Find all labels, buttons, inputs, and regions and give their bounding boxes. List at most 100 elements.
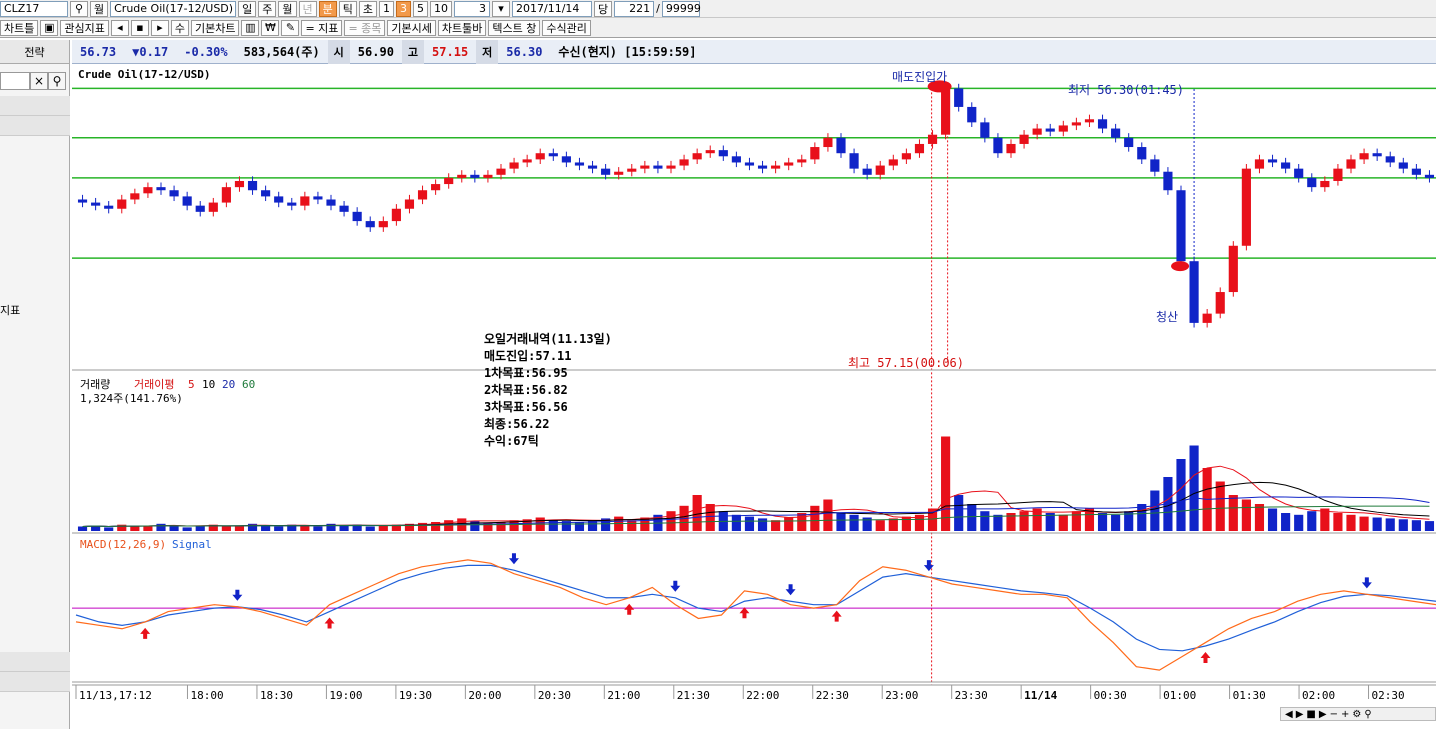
candle-body bbox=[300, 196, 310, 206]
chart-svg[interactable]: 11/13,17:12 18:00 18:30 19:00 19:30 20:00 20:3… bbox=[72, 65, 1436, 729]
period-second-button[interactable]: 초 bbox=[358, 0, 377, 17]
volume-ma-5: 5 bbox=[188, 378, 195, 391]
candle-body bbox=[234, 180, 245, 188]
play-icon[interactable]: ▶ bbox=[1296, 709, 1304, 720]
max-count-input[interactable]: 99999 bbox=[661, 0, 701, 17]
basic-quote-button[interactable]: 기본시세 bbox=[387, 19, 436, 36]
scroll-right-icon[interactable]: ▸ bbox=[150, 19, 169, 36]
interval-select[interactable]: 3 bbox=[454, 0, 490, 17]
volume-bar bbox=[1307, 511, 1317, 531]
candle-body bbox=[1189, 261, 1199, 323]
zoom-out-icon[interactable]: − bbox=[1330, 709, 1338, 720]
wrench-icon[interactable]: ✎ bbox=[281, 19, 300, 36]
period-tick-button[interactable]: 틱 bbox=[338, 0, 357, 17]
entry-label: 매도진입가 bbox=[892, 70, 947, 84]
zoom-in-icon[interactable]: + bbox=[1341, 709, 1349, 720]
exit-label: 청산 bbox=[1156, 310, 1178, 324]
period-day-button[interactable]: 일 bbox=[238, 0, 257, 17]
axis-tick-label: 23:30 bbox=[955, 689, 988, 702]
candle-body bbox=[1097, 119, 1108, 129]
formula-manage-button[interactable]: 수식관리 bbox=[542, 19, 591, 36]
candle-body bbox=[221, 187, 231, 203]
chart-toolbar-button[interactable]: 차트툴바 bbox=[437, 19, 487, 36]
tab-strategy[interactable]: 전략 bbox=[0, 40, 69, 64]
candle-body bbox=[182, 196, 192, 206]
volume-bar bbox=[757, 518, 768, 531]
axis-tick-label: 22:30 bbox=[816, 689, 849, 702]
left-row[interactable] bbox=[0, 96, 70, 116]
candle-body bbox=[862, 168, 872, 175]
volume-bar bbox=[1359, 516, 1369, 531]
volume-total: 583,564(주) bbox=[243, 45, 320, 59]
stop-icon[interactable]: ■ bbox=[1306, 709, 1315, 720]
save-icon[interactable]: ▣ bbox=[40, 19, 59, 36]
interval-10-button[interactable]: 10 bbox=[430, 0, 452, 17]
stop-icon[interactable]: ▪ bbox=[130, 19, 149, 36]
text-window-button[interactable]: 텍스트 창 bbox=[488, 19, 541, 36]
candle-body bbox=[1307, 177, 1317, 188]
chart-style-icon[interactable]: ▥ bbox=[241, 19, 260, 36]
low-price: 56.30 bbox=[506, 44, 543, 59]
candle-body bbox=[901, 153, 911, 160]
candle-body bbox=[679, 159, 689, 166]
chart-tools-button[interactable]: 차트틀 bbox=[0, 19, 39, 36]
left-row[interactable] bbox=[0, 116, 70, 136]
product-name-field[interactable]: Crude Oil(17-12/USD) bbox=[110, 0, 237, 17]
search-icon[interactable]: ⚲ bbox=[48, 72, 66, 90]
gear-icon[interactable]: ⚙ bbox=[1352, 709, 1361, 720]
chart-area[interactable]: 11/13,17:12 18:00 18:30 19:00 19:30 20:00 20:3… bbox=[72, 65, 1436, 729]
candle-body bbox=[1006, 143, 1016, 154]
su-button[interactable]: 수 bbox=[170, 19, 189, 36]
interval-3-button[interactable]: 3 bbox=[396, 0, 411, 17]
candle-body bbox=[391, 208, 401, 222]
open-price: 56.90 bbox=[357, 44, 394, 59]
axis-tick-label: 18:30 bbox=[260, 689, 293, 702]
volume-bar bbox=[1189, 445, 1199, 531]
candle-body bbox=[914, 143, 925, 154]
magnify-icon[interactable]: ⚲ bbox=[1364, 709, 1371, 720]
interval-5-button[interactable]: 5 bbox=[413, 0, 428, 17]
volume-bar bbox=[823, 499, 833, 531]
volume-bar bbox=[1019, 511, 1029, 531]
axis-tick-label: 11/14 bbox=[1024, 689, 1057, 702]
volume-bar bbox=[875, 520, 885, 531]
left-search-input[interactable] bbox=[0, 72, 30, 90]
date-picker[interactable]: 2017/11/14 bbox=[512, 0, 592, 17]
volume-bar bbox=[300, 525, 310, 531]
receive-time: 수신(현지) [15:59:59] bbox=[558, 45, 697, 59]
period-month-button[interactable]: 월 bbox=[90, 0, 109, 17]
axis-tick-label: 02:30 bbox=[1372, 689, 1405, 702]
left-row[interactable] bbox=[0, 672, 70, 692]
search-icon[interactable]: ⚲ bbox=[70, 0, 88, 17]
axis-tick-label: 20:00 bbox=[468, 689, 501, 702]
add-item-button[interactable]: = 종목 bbox=[344, 19, 386, 36]
chevron-down-icon[interactable]: ▾ bbox=[492, 0, 510, 17]
currency-icon[interactable]: ₩ bbox=[261, 19, 280, 36]
interval-1-button[interactable]: 1 bbox=[379, 0, 394, 17]
left-row[interactable] bbox=[0, 652, 70, 672]
period-week-button[interactable]: 주 bbox=[258, 0, 277, 17]
period-year-button[interactable]: 년 bbox=[298, 0, 317, 17]
candle-body bbox=[980, 122, 990, 138]
basic-chart-button[interactable]: 기본차트 bbox=[190, 19, 240, 36]
candle-body bbox=[1215, 292, 1225, 314]
symbol-input[interactable]: CLZ17 bbox=[0, 0, 68, 17]
candle-body bbox=[1150, 159, 1160, 172]
next-icon[interactable]: ▶ bbox=[1319, 709, 1327, 720]
candle-body bbox=[444, 177, 454, 185]
scroll-left-icon[interactable]: ◂ bbox=[110, 19, 129, 36]
candle-body bbox=[91, 202, 101, 206]
close-icon[interactable]: × bbox=[30, 72, 48, 90]
scroll-left-icon[interactable]: ◀ bbox=[1285, 709, 1293, 720]
candle-body bbox=[836, 137, 846, 154]
add-indicator-button[interactable]: = 지표 bbox=[301, 19, 343, 36]
count-separator: / bbox=[656, 2, 660, 15]
count-input[interactable]: 221 bbox=[614, 0, 655, 17]
dang-button[interactable]: 당 bbox=[594, 0, 613, 17]
period-month2-button[interactable]: 월 bbox=[278, 0, 297, 17]
candle-body bbox=[614, 171, 624, 175]
period-minute-button[interactable]: 분 bbox=[318, 0, 337, 17]
candle-body bbox=[208, 202, 218, 212]
candle-body bbox=[927, 134, 938, 144]
indicators-button[interactable]: 관심지표 bbox=[60, 19, 109, 36]
